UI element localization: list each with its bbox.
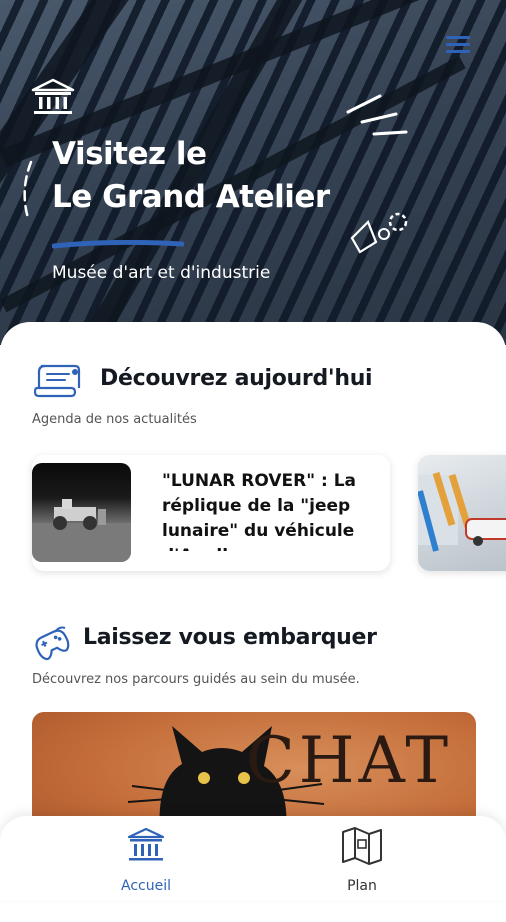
museum-building-icon xyxy=(127,827,165,861)
news-card-title: "LUNAR ROVER" : La réplique de la "jeep … xyxy=(162,471,357,551)
hero-title-line2: Le Grand Atelier xyxy=(52,179,330,215)
museum-building-icon xyxy=(31,78,75,114)
news-card-lunar-rover[interactable]: "LUNAR ROVER" : La réplique de la "jeep … xyxy=(32,455,390,571)
section-title-today: Découvrez aujourd'hui xyxy=(100,366,373,391)
lunar-rover-image xyxy=(32,499,131,562)
poster-text: CHAT xyxy=(245,724,452,798)
menu-button[interactable] xyxy=(446,36,472,56)
sparkle-lines-icon xyxy=(346,94,408,136)
decorative-stroke-icon xyxy=(23,160,33,220)
gears-doodle-icon xyxy=(350,212,408,254)
title-underline xyxy=(52,240,184,249)
hamburger-menu-icon xyxy=(446,36,470,39)
scroll-document-icon xyxy=(33,364,81,398)
toy-cars-image xyxy=(418,471,506,552)
nav-item-plan[interactable]: Plan xyxy=(307,826,417,896)
nav-label-accueil: Accueil xyxy=(121,878,171,894)
bottom-navigation: Accueil Plan xyxy=(0,816,506,900)
nav-label-plan: Plan xyxy=(347,878,377,894)
section-subtitle-today: Agenda de nos actualités xyxy=(32,412,197,427)
hero-subtitle: Musée d'art et d'industrie xyxy=(52,263,271,283)
section-subtitle-tours: Découvrez nos parcours guidés au sein du… xyxy=(32,672,360,687)
hero-title-line1: Visitez le xyxy=(52,136,207,172)
nav-item-accueil[interactable]: Accueil xyxy=(91,826,201,896)
section-title-tours: Laissez vous embarquer xyxy=(83,625,377,650)
gamepad-icon xyxy=(35,626,70,661)
news-card-toys[interactable] xyxy=(418,455,506,571)
map-icon xyxy=(342,827,382,865)
hero-title: Visitez le Le Grand Atelier xyxy=(52,133,330,219)
lunar-rover-thumbnail xyxy=(32,463,131,562)
hero-banner: Visitez le Le Grand Atelier Musée d'art … xyxy=(0,0,506,345)
